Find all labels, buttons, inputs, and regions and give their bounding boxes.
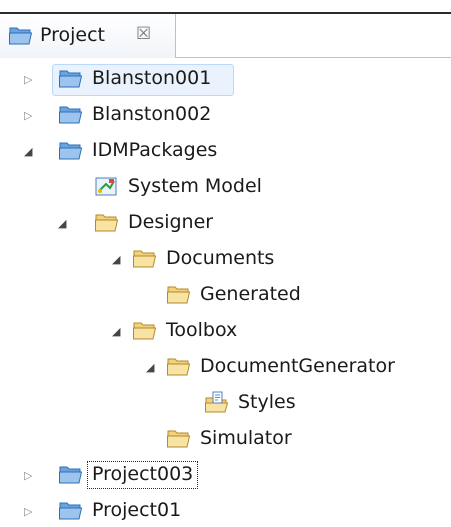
folder-icon [166, 283, 192, 305]
tree-item-label: Blanston001 [92, 67, 212, 89]
styles-folder-icon [204, 391, 230, 413]
folder-icon [132, 247, 158, 269]
tree-item-toolbox[interactable]: ◢ Toolbox [0, 314, 451, 348]
folder-icon [132, 319, 158, 341]
tree-item-documentgenerator[interactable]: ◢ DocumentGenerator [0, 350, 451, 384]
tree-item-label: Designer [128, 211, 214, 233]
tree-item-label: Blanston002 [92, 103, 212, 125]
collapse-arrow-icon[interactable]: ◢ [24, 146, 36, 158]
tree-item-label: Generated [200, 283, 301, 305]
tree-item-blanston001[interactable]: ▷ Blanston001 [0, 62, 451, 96]
tree-item-label: Documents [166, 247, 275, 269]
project-folder-icon [58, 463, 84, 485]
tree-item-idmpackages[interactable]: ◢ IDMPackages [0, 134, 451, 168]
collapse-arrow-icon[interactable]: ◢ [146, 362, 158, 374]
tree-item-label: Toolbox [166, 319, 238, 341]
expand-arrow-icon[interactable]: ▷ [24, 74, 36, 86]
tab-title: Project [40, 24, 106, 46]
tree-item-documents[interactable]: ◢ Documents [0, 242, 451, 276]
tree-item-label: System Model [128, 175, 262, 197]
model-diagram-icon [94, 175, 120, 197]
tree-item-styles[interactable]: Styles [0, 386, 451, 420]
folder-icon [94, 211, 120, 233]
tree-item-system-model[interactable]: System Model [0, 170, 451, 204]
expand-arrow-icon[interactable]: ▷ [24, 470, 36, 482]
tree-item-project01[interactable]: ▷ Project01 [0, 494, 451, 527]
project-folder-icon [58, 103, 84, 125]
collapse-arrow-icon[interactable]: ◢ [112, 326, 124, 338]
tree-item-label: Styles [238, 391, 296, 413]
close-icon[interactable]: ☒ [136, 23, 151, 45]
collapse-arrow-icon[interactable]: ◢ [58, 218, 70, 230]
tree-item-label: IDMPackages [92, 139, 218, 161]
folder-icon [166, 427, 192, 449]
tree-item-designer[interactable]: ◢ Designer [0, 206, 451, 240]
collapse-arrow-icon[interactable]: ◢ [112, 254, 124, 266]
folder-icon [166, 355, 192, 377]
expand-arrow-icon[interactable]: ▷ [24, 110, 36, 122]
tree-item-label: Project003 [86, 461, 199, 489]
expand-arrow-icon[interactable]: ▷ [24, 506, 36, 518]
tab-project[interactable]: Project ☒ [0, 14, 176, 58]
project-folder-icon [58, 499, 84, 521]
tree-item-project003[interactable]: ▷ Project003 [0, 458, 451, 492]
tree-item-blanston002[interactable]: ▷ Blanston002 [0, 98, 451, 132]
project-folder-icon [8, 24, 34, 46]
tree-item-simulator[interactable]: Simulator [0, 422, 451, 456]
project-folder-icon [58, 67, 84, 89]
tree-item-label: Project01 [92, 499, 182, 521]
tree-item-label: Simulator [200, 427, 292, 449]
tree-item-generated[interactable]: Generated [0, 278, 451, 312]
tree-item-label: DocumentGenerator [200, 355, 395, 377]
view-tab-bar: Project ☒ [0, 0, 451, 58]
project-tree[interactable]: ▷ Blanston001 ▷ Blanston002 ◢ IDMPackage… [0, 58, 451, 527]
project-folder-icon [58, 139, 84, 161]
